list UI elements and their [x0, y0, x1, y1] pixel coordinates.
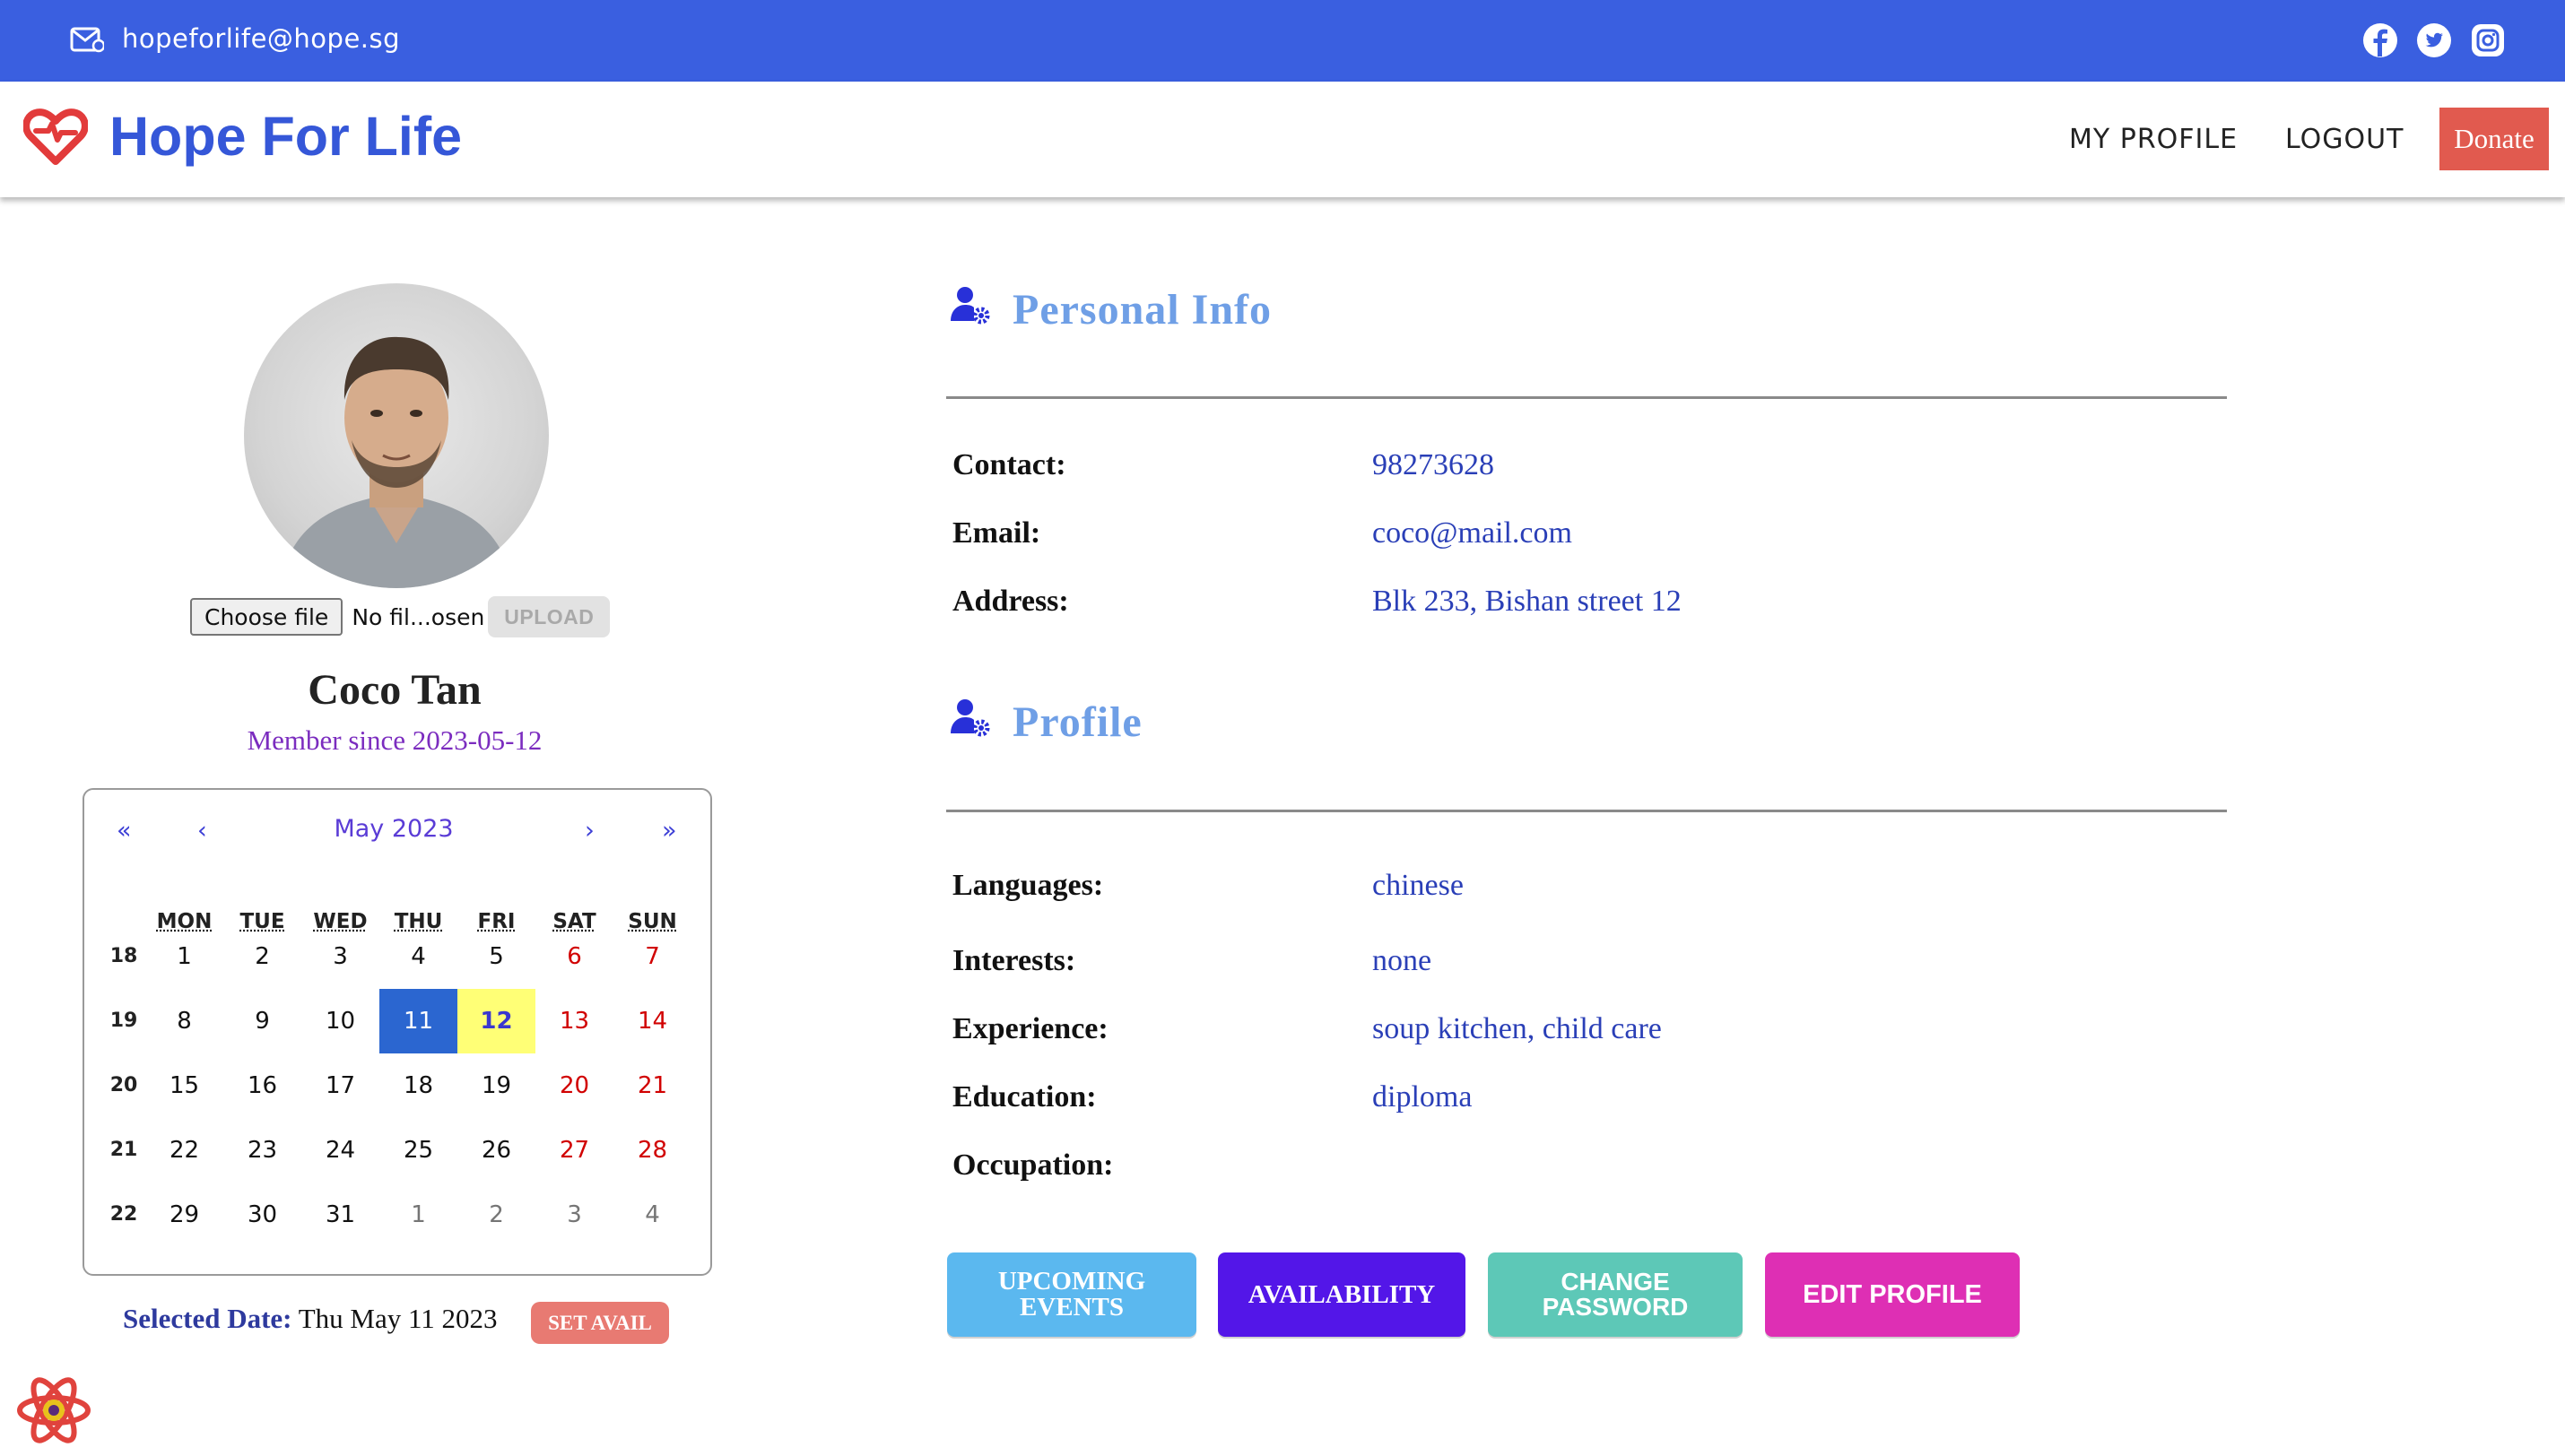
email-label: Email: [952, 516, 1041, 550]
contact-email[interactable]: hopeforlife@hope.sg [122, 23, 400, 54]
user-settings-icon [951, 699, 990, 737]
calendar-day[interactable]: 30 [223, 1183, 301, 1247]
nav-logout[interactable]: LOGOUT [2285, 124, 2404, 155]
week-number: 21 [109, 1139, 138, 1161]
upload-button[interactable]: UPLOAD [488, 596, 611, 637]
profile-title: Profile [1013, 698, 1143, 746]
experience-value: soup kitchen, child care [1372, 1012, 1662, 1045]
choose-file-button[interactable]: Choose file [190, 598, 343, 636]
calendar-day[interactable]: 27 [535, 1118, 613, 1183]
address-label: Address: [952, 585, 1069, 618]
week-number: 19 [109, 1010, 138, 1032]
calendar-day[interactable]: 3 [535, 1183, 613, 1247]
calendar-day[interactable]: 24 [301, 1118, 379, 1183]
week-number: 20 [109, 1074, 138, 1096]
calendar-day[interactable]: 31 [301, 1183, 379, 1247]
availability-button[interactable]: AVAILABILITY [1218, 1252, 1465, 1337]
week-number: 22 [109, 1203, 138, 1226]
facebook-icon[interactable] [2362, 22, 2398, 58]
instagram-icon[interactable] [2470, 22, 2506, 58]
languages-value: chinese [1372, 869, 1464, 902]
personal-info-divider [946, 396, 2227, 399]
calendar-day[interactable]: 8 [145, 989, 223, 1053]
main-navbar: Hope For Life MY PROFILE LOGOUT Donate [0, 82, 2565, 197]
calendar-day[interactable]: 4 [613, 1183, 691, 1247]
top-contact-bar: hopeforlife@hope.sg [0, 0, 2565, 82]
calendar-day[interactable]: 25 [379, 1118, 457, 1183]
calendar-day[interactable]: 12 [457, 989, 535, 1053]
selected-date-label: Selected Date: [123, 1303, 292, 1334]
profile-divider [946, 810, 2227, 812]
address-value: Blk 233, Bishan street 12 [1372, 585, 1682, 618]
selected-date-value: Thu May 11 2023 [298, 1303, 498, 1334]
calendar-day[interactable]: 2 [457, 1183, 535, 1247]
calendar-day[interactable]: 1 [145, 924, 223, 989]
calendar-day[interactable]: 11 [379, 989, 457, 1053]
calendar-day[interactable]: 2 [223, 924, 301, 989]
calendar-day[interactable]: 7 [613, 924, 691, 989]
calendar-day[interactable]: 1 [379, 1183, 457, 1247]
calendar-grid: MON TUE WED THU FRI SAT SUN 18 1 2 3 4 5 6 7 19 8 9 10 11 12… [84, 790, 710, 1274]
twitter-icon[interactable] [2416, 22, 2452, 58]
contact-label: Contact: [952, 448, 1066, 481]
donate-button[interactable]: Donate [2439, 108, 2549, 170]
calendar-day[interactable]: 21 [613, 1053, 691, 1118]
nav-my-profile[interactable]: MY PROFILE [2069, 124, 2238, 155]
user-name: Coco Tan [308, 666, 482, 714]
calendar-day[interactable]: 16 [223, 1053, 301, 1118]
calendar-day[interactable]: 4 [379, 924, 457, 989]
file-status-text: No fil...osen [352, 603, 485, 630]
calendar-day[interactable]: 10 [301, 989, 379, 1053]
calendar-day[interactable]: 18 [379, 1053, 457, 1118]
calendar-day[interactable]: 5 [457, 924, 535, 989]
availability-calendar: « ‹ May 2023 › » MON TUE WED THU FRI SAT SUN 18… [83, 788, 712, 1276]
change-password-button[interactable]: CHANGE PASSWORD [1488, 1252, 1743, 1337]
heart-logo-icon[interactable] [23, 108, 88, 167]
edit-profile-button[interactable]: EDIT PROFILE [1765, 1252, 2020, 1337]
interests-label: Interests: [952, 944, 1076, 977]
react-devtools-icon[interactable] [16, 1375, 91, 1445]
languages-label: Languages: [952, 869, 1104, 902]
education-value: diploma [1372, 1080, 1473, 1114]
calendar-day[interactable]: 19 [457, 1053, 535, 1118]
personal-info-title: Personal Info [1013, 286, 1272, 334]
mail-icon [70, 27, 104, 53]
user-settings-icon [951, 287, 990, 325]
photo-upload-row: Choose file No fil...osen UPLOAD [190, 596, 611, 637]
calendar-day[interactable]: 3 [301, 924, 379, 989]
calendar-day[interactable]: 6 [535, 924, 613, 989]
calendar-day[interactable]: 9 [223, 989, 301, 1053]
experience-label: Experience: [952, 1012, 1109, 1045]
education-label: Education: [952, 1080, 1097, 1114]
calendar-day[interactable]: 13 [535, 989, 613, 1053]
contact-value: 98273628 [1372, 448, 1494, 481]
upcoming-events-button[interactable]: UPCOMING EVENTS [947, 1252, 1196, 1337]
week-number: 18 [109, 945, 138, 967]
calendar-day[interactable]: 28 [613, 1118, 691, 1183]
email-value: coco@mail.com [1372, 516, 1572, 550]
calendar-day[interactable]: 23 [223, 1118, 301, 1183]
calendar-day[interactable]: 22 [145, 1118, 223, 1183]
calendar-day[interactable]: 17 [301, 1053, 379, 1118]
occupation-label: Occupation: [952, 1148, 1114, 1182]
member-since: Member since 2023-05-12 [247, 724, 543, 756]
set-availability-button[interactable]: SET AVAIL [531, 1302, 669, 1344]
profile-photo [280, 336, 513, 588]
calendar-day[interactable]: 15 [145, 1053, 223, 1118]
calendar-day[interactable]: 29 [145, 1183, 223, 1247]
calendar-day[interactable]: 14 [613, 989, 691, 1053]
calendar-day[interactable]: 20 [535, 1053, 613, 1118]
interests-value: none [1372, 944, 1432, 977]
selected-date: Selected Date: Thu May 11 2023 [123, 1303, 498, 1335]
avatar [244, 283, 549, 588]
calendar-day[interactable]: 26 [457, 1118, 535, 1183]
brand-name[interactable]: Hope For Life [109, 105, 462, 168]
